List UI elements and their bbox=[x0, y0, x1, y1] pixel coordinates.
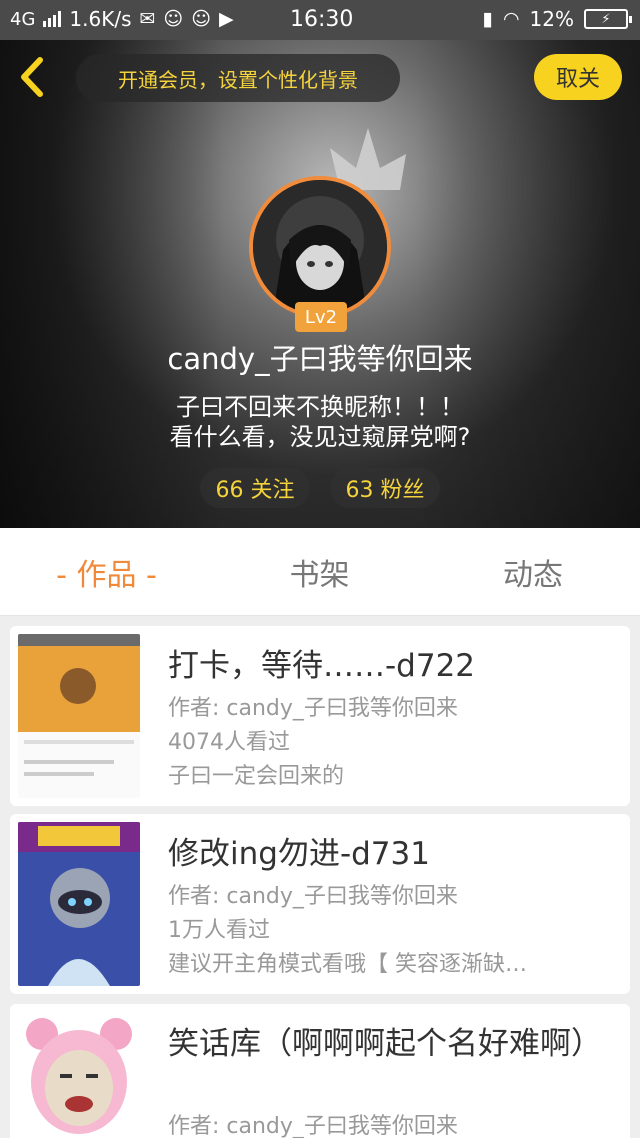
bio-line-1: 子曰不回来不换昵称！！！ bbox=[176, 393, 464, 421]
work-card[interactable]: 修改ing勿进-d731 作者: candy_子曰我等你回来 1万人看过 建议开… bbox=[10, 814, 630, 994]
username: candy_子曰我等你回来 bbox=[167, 342, 473, 376]
wechat-icon: ✉ bbox=[139, 8, 156, 30]
back-button[interactable] bbox=[14, 54, 54, 100]
avatar-image bbox=[253, 180, 387, 314]
level-badge: Lv2 bbox=[295, 302, 347, 332]
status-bar: 4G 1.6K/s ✉ ☺ ☺ ▶ 16:30 ▮ ◠ 12% ⚡ bbox=[0, 0, 640, 40]
avatar[interactable] bbox=[249, 176, 391, 318]
work-card[interactable]: 笑话库（啊啊啊起个名好难啊） 作者: candy_子曰我等你回来 bbox=[10, 1004, 630, 1138]
sim-icon: ▮ bbox=[482, 8, 493, 30]
signal-icon bbox=[43, 11, 62, 27]
wifi-icon: ◠ bbox=[502, 8, 520, 30]
profile-header: 开通会员，设置个性化背景 取关 Lv2 candy_子曰我等你回来 子曰不回来不… bbox=[0, 40, 640, 528]
status-left: 4G 1.6K/s ✉ ☺ ☺ ▶ bbox=[10, 7, 234, 31]
fans-count[interactable]: 63 粉丝 bbox=[330, 468, 440, 508]
thumbnail-image bbox=[18, 822, 140, 986]
qq-icon: ☺ bbox=[163, 8, 184, 30]
video-icon: ▶ bbox=[219, 8, 234, 30]
work-thumbnail bbox=[18, 822, 140, 986]
thumbnail-image bbox=[18, 634, 140, 798]
work-title: 笑话库（啊啊啊起个名好难啊） bbox=[168, 1026, 602, 1062]
work-thumbnail bbox=[18, 634, 140, 798]
work-thumbnail bbox=[18, 1012, 140, 1138]
tab-activity[interactable]: 动态 bbox=[426, 528, 640, 616]
network-type: 4G bbox=[10, 8, 36, 30]
bio: 子曰不回来不换昵称！！！ 看什么看，没见过窥屏党啊? bbox=[0, 392, 640, 452]
work-title: 修改ing勿进-d731 bbox=[168, 836, 430, 872]
tab-works[interactable]: - 作品 - bbox=[0, 528, 213, 616]
work-author: 作者: candy_子曰我等你回来 bbox=[168, 1114, 458, 1138]
battery-icon: ⚡ bbox=[584, 9, 632, 29]
tab-bookshelf[interactable]: 书架 bbox=[213, 528, 426, 616]
work-title: 打卡，等待……-d722 bbox=[168, 648, 476, 684]
work-description: 建议开主角模式看哦【 笑容逐渐缺… bbox=[168, 952, 527, 977]
thumbnail-image bbox=[18, 1012, 140, 1138]
work-author: 作者: candy_子曰我等你回来 bbox=[168, 696, 458, 721]
bio-line-2: 看什么看，没见过窥屏党啊? bbox=[169, 423, 471, 451]
vip-background-prompt[interactable]: 开通会员，设置个性化背景 bbox=[76, 54, 400, 102]
qq-icon: ☺ bbox=[191, 8, 212, 30]
network-speed: 1.6K/s bbox=[69, 7, 132, 31]
profile-tabs: - 作品 - 书架 动态 bbox=[0, 528, 640, 616]
work-card[interactable]: 打卡，等待……-d722 作者: candy_子曰我等你回来 4074人看过 子… bbox=[10, 626, 630, 806]
battery-percent: 12% bbox=[529, 7, 574, 31]
chevron-left-icon bbox=[21, 57, 43, 97]
work-views: 4074人看过 bbox=[168, 730, 290, 755]
work-author: 作者: candy_子曰我等你回来 bbox=[168, 884, 458, 909]
clock: 16:30 bbox=[290, 7, 354, 32]
work-views: 1万人看过 bbox=[168, 918, 270, 943]
status-right: ▮ ◠ 12% ⚡ bbox=[482, 7, 632, 31]
work-description: 子曰一定会回来的 bbox=[168, 764, 345, 789]
unfollow-button[interactable]: 取关 bbox=[534, 54, 622, 100]
following-count[interactable]: 66 关注 bbox=[200, 468, 310, 508]
